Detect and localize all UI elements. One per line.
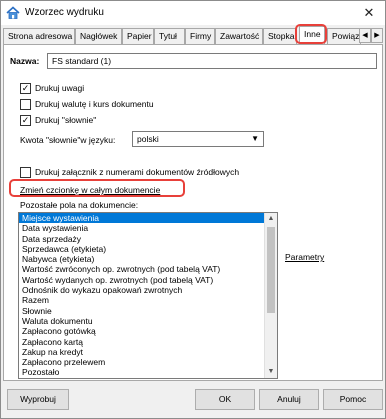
list-item[interactable]: Sprzedawca (etykieta) bbox=[19, 244, 265, 254]
tab-strip: Strona adresowa Nagłówek Papier Tytuł Fi… bbox=[3, 25, 385, 44]
change-font-highlight bbox=[9, 179, 185, 197]
list-item[interactable]: Zapłacono kartą bbox=[19, 337, 265, 347]
scroll-down-icon[interactable]: ▼ bbox=[265, 366, 277, 378]
other-fields-label: Pozostałe pola na dokumencie: bbox=[20, 200, 139, 210]
tab-stopka[interactable]: Stopka bbox=[263, 28, 297, 44]
tab-panel-inne: Nazwa: FS standard (1) ✓ Drukuj uwagi Dr… bbox=[3, 44, 383, 381]
language-select[interactable]: polski ▼ bbox=[132, 131, 264, 147]
name-label: Nazwa: bbox=[10, 56, 40, 66]
list-item[interactable]: Zapłacono gotówką bbox=[19, 326, 265, 336]
help-button[interactable]: Pomoc bbox=[323, 389, 383, 410]
print-button[interactable]: Wyprobuj bbox=[7, 389, 69, 410]
window-title: Wzorzec wydruku bbox=[25, 7, 104, 18]
close-icon[interactable]: ✕ bbox=[361, 5, 377, 21]
tab-scroll-left-icon[interactable]: ◀ bbox=[359, 28, 371, 43]
print-currency-checkbox[interactable] bbox=[20, 99, 31, 110]
active-tab-highlight bbox=[295, 24, 327, 44]
print-attachment-label: Drukuj załącznik z numerami dokumentów ź… bbox=[35, 167, 240, 177]
list-item[interactable]: Zapłacono przelewem bbox=[19, 357, 265, 367]
other-fields-items: Miejsce wystawienia Data wystawienia Data … bbox=[19, 213, 265, 378]
tab-zawartosc[interactable]: Zawartość bbox=[215, 28, 263, 44]
app-house-icon bbox=[6, 6, 20, 19]
ok-button[interactable]: OK bbox=[195, 389, 255, 410]
print-notes-label: Drukuj uwagi bbox=[35, 83, 85, 93]
tab-firmy[interactable]: Firmy bbox=[185, 28, 215, 44]
language-label: Kwota "słownie"w języku: bbox=[20, 135, 116, 145]
name-field[interactable]: FS standard (1) bbox=[47, 53, 377, 69]
list-item[interactable]: Razem bbox=[19, 295, 265, 305]
list-item[interactable]: Miejsce wystawienia bbox=[19, 213, 265, 224]
list-item[interactable]: Odnośnik do wykazu opakowań zwrotnych bbox=[19, 285, 265, 295]
print-attachment-checkbox[interactable] bbox=[20, 167, 31, 178]
scroll-thumb[interactable] bbox=[267, 227, 275, 313]
tab-scroll-right-icon[interactable]: ▶ bbox=[371, 28, 383, 43]
print-in-words-checkbox[interactable]: ✓ bbox=[20, 115, 31, 126]
chevron-down-icon: ▼ bbox=[251, 134, 259, 143]
list-item[interactable]: Data wystawienia bbox=[19, 223, 265, 233]
other-fields-list[interactable]: Miejsce wystawienia Data wystawienia Data … bbox=[18, 212, 278, 379]
tab-naglowek[interactable]: Nagłówek bbox=[75, 28, 122, 44]
cancel-button[interactable]: Anuluj bbox=[259, 389, 319, 410]
scroll-up-icon[interactable]: ▲ bbox=[265, 213, 277, 225]
list-scrollbar[interactable]: ▲ ▼ bbox=[264, 213, 277, 378]
list-item[interactable]: Słownie bbox=[19, 306, 265, 316]
tab-powiazania[interactable]: Powiąz bbox=[327, 28, 361, 44]
list-item[interactable]: Waluta dokumentu bbox=[19, 316, 265, 326]
language-select-value: polski bbox=[137, 134, 159, 144]
list-item[interactable]: Wartość wydanych op. zwrotnych (pod tabe… bbox=[19, 275, 265, 285]
list-item[interactable]: Wartość zwróconych op. zwrotnych (pod ta… bbox=[19, 264, 265, 274]
print-template-dialog: Wzorzec wydruku ✕ Strona adresowa Nagłów… bbox=[0, 0, 386, 419]
tab-papier[interactable]: Papier bbox=[122, 28, 154, 44]
list-item[interactable]: Data sprzedaży bbox=[19, 234, 265, 244]
title-bar: Wzorzec wydruku ✕ bbox=[1, 1, 385, 25]
print-notes-checkbox[interactable]: ✓ bbox=[20, 83, 31, 94]
print-currency-label: Drukuj walutę i kurs dokumentu bbox=[35, 99, 154, 109]
tab-tytul[interactable]: Tytuł bbox=[154, 28, 185, 44]
tab-strona-adresowa[interactable]: Strona adresowa bbox=[3, 28, 75, 44]
list-item[interactable]: Pozostało bbox=[19, 367, 265, 377]
list-item[interactable]: Zakup na kredyt bbox=[19, 347, 265, 357]
parameters-link[interactable]: Parametry bbox=[285, 252, 324, 262]
print-in-words-label: Drukuj "słownie" bbox=[35, 115, 97, 125]
list-item[interactable]: Nabywca (etykieta) bbox=[19, 254, 265, 264]
